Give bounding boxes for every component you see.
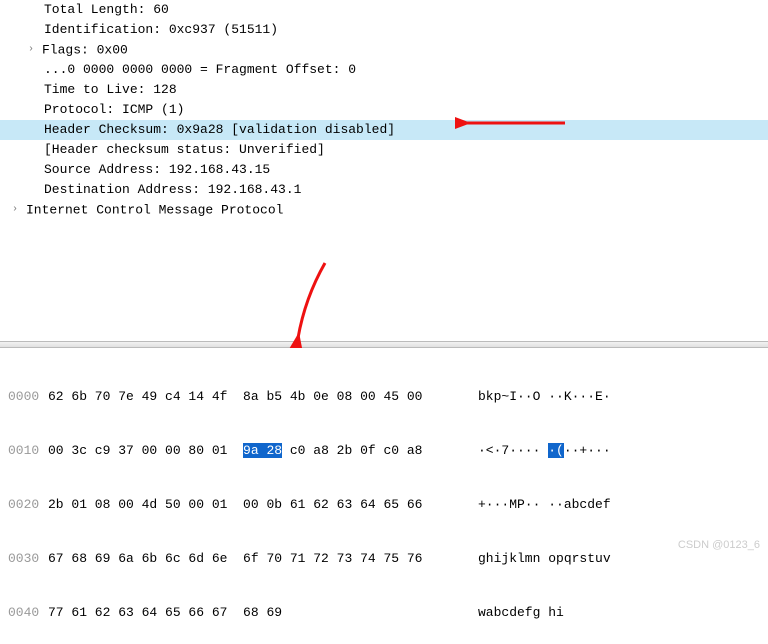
hex-ascii[interactable]: ghijklmn opqrstuv (478, 550, 611, 568)
chevron-right-icon[interactable]: › (12, 201, 24, 219)
hex-bytes[interactable]: 62 6b 70 7e 49 c4 14 4f 8a b5 4b 0e 08 0… (48, 388, 478, 406)
hex-ascii[interactable]: bkp~I··O ··K···E· (478, 388, 611, 406)
hex-ascii-selected: ·( (548, 443, 564, 458)
tree-row-fragment-offset[interactable]: ...0 0000 0000 0000 = Fragment Offset: 0 (0, 60, 768, 80)
tree-row-source-address[interactable]: Source Address: 192.168.43.15 (0, 160, 768, 180)
tree-row-flags[interactable]: ›Flags: 0x00 (0, 40, 768, 60)
tree-row-protocol[interactable]: Protocol: ICMP (1) (0, 100, 768, 120)
hex-row[interactable]: 0000 62 6b 70 7e 49 c4 14 4f 8a b5 4b 0e… (0, 388, 768, 406)
tree-row-identification[interactable]: Identification: 0xc937 (51511) (0, 20, 768, 40)
hex-bytes[interactable]: 2b 01 08 00 4d 50 00 01 00 0b 61 62 63 6… (48, 496, 478, 514)
hex-ascii[interactable]: +···MP·· ··abcdef (478, 496, 611, 514)
tree-row-checksum-status[interactable]: [Header checksum status: Unverified] (0, 140, 768, 160)
hex-bytes[interactable]: 77 61 62 63 64 65 66 67 68 69 (48, 604, 478, 622)
hex-row[interactable]: 0040 77 61 62 63 64 65 66 67 68 69 wabcd… (0, 604, 768, 622)
pane-splitter[interactable] (0, 341, 768, 348)
tree-row-ttl[interactable]: Time to Live: 128 (0, 80, 768, 100)
tree-row-total-length[interactable]: Total Length: 60 (0, 0, 768, 20)
hex-offset: 0040 (8, 604, 48, 622)
hex-offset: 0030 (8, 550, 48, 568)
hex-row[interactable]: 0030 67 68 69 6a 6b 6c 6d 6e 6f 70 71 72… (0, 550, 768, 568)
tree-row-icmp-protocol[interactable]: ›Internet Control Message Protocol (0, 200, 768, 220)
hex-bytes[interactable]: 00 3c c9 37 00 00 80 01 9a 28 c0 a8 2b 0… (48, 442, 478, 460)
packet-details-pane: Total Length: 60 Identification: 0xc937 … (0, 0, 768, 221)
hex-offset: 0020 (8, 496, 48, 514)
annotation-arrow-icon (270, 258, 340, 348)
tree-row-header-checksum[interactable]: Header Checksum: 0x9a28 [validation disa… (0, 120, 768, 140)
watermark: CSDN @0123_6 (678, 539, 760, 551)
hex-offset: 0010 (8, 442, 48, 460)
hex-row[interactable]: 0020 2b 01 08 00 4d 50 00 01 00 0b 61 62… (0, 496, 768, 514)
hex-row[interactable]: 0010 00 3c c9 37 00 00 80 01 9a 28 c0 a8… (0, 442, 768, 460)
chevron-right-icon[interactable]: › (28, 41, 40, 59)
hex-ascii[interactable]: wabcdefg hi (478, 604, 564, 622)
hex-dump-pane: 0000 62 6b 70 7e 49 c4 14 4f 8a b5 4b 0e… (0, 348, 768, 644)
hex-bytes[interactable]: 67 68 69 6a 6b 6c 6d 6e 6f 70 71 72 73 7… (48, 550, 478, 568)
hex-bytes-selected: 9a 28 (243, 443, 282, 458)
tree-row-destination-address[interactable]: Destination Address: 192.168.43.1 (0, 180, 768, 200)
hex-ascii[interactable]: ·<·7···· ·(··+··· (478, 442, 611, 460)
hex-offset: 0000 (8, 388, 48, 406)
